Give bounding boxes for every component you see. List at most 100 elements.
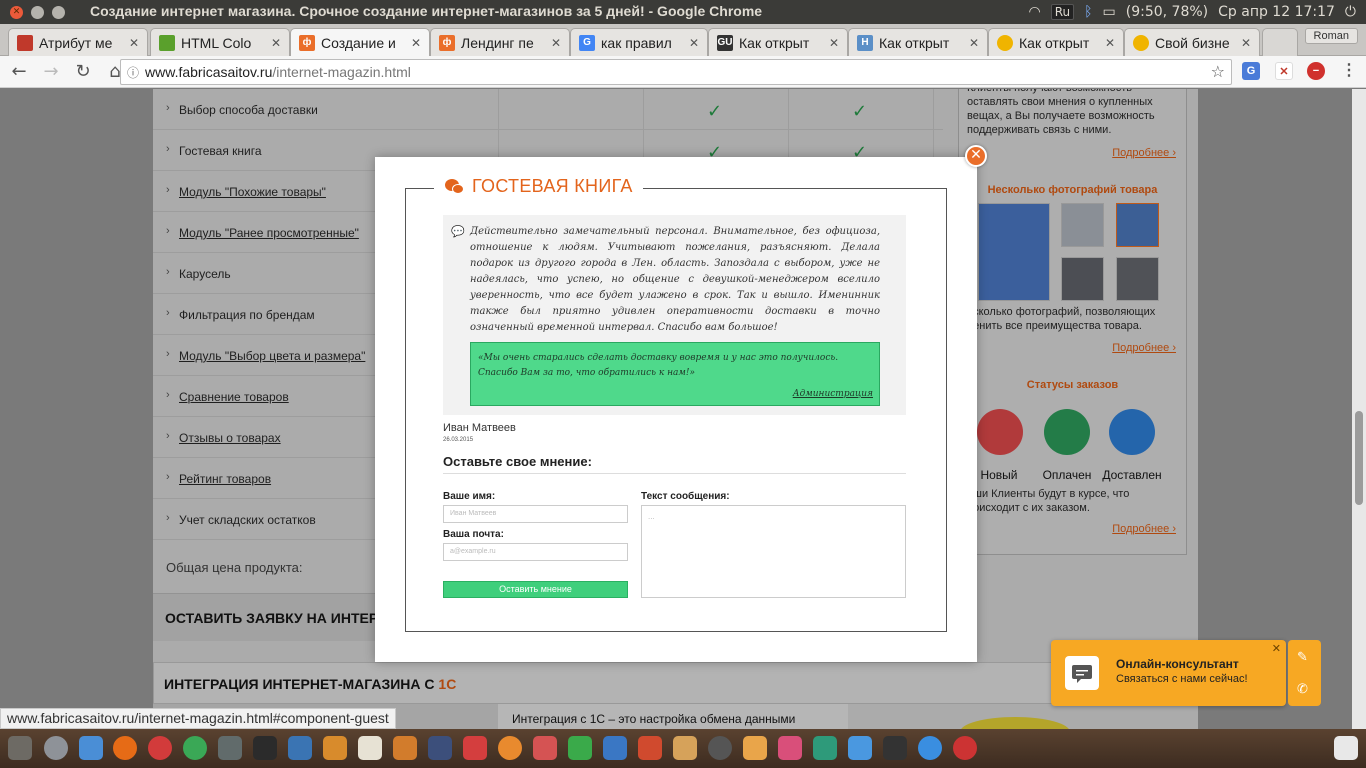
folder-icon[interactable]: [848, 736, 872, 760]
feature-link[interactable]: Сравнение товаров: [179, 390, 289, 404]
tab-item[interactable]: H Как открыт ✕: [848, 28, 988, 56]
feature-link[interactable]: Модуль "Выбор цвета и размера": [179, 349, 365, 363]
wifi-icon[interactable]: ◠: [1028, 4, 1040, 20]
window-minimize-button[interactable]: [31, 5, 44, 19]
firefox-icon[interactable]: [113, 736, 137, 760]
feature-link[interactable]: Модуль "Ранее просмотренные": [179, 226, 359, 240]
upload-icon[interactable]: [953, 736, 977, 760]
system-tray: ◠ Ru ᛒ ▭ (9:50, 78%) Ср апр 12 17:17 ⏻: [1028, 0, 1356, 24]
product-photo-thumb[interactable]: [1061, 257, 1104, 301]
close-icon[interactable]: ✕: [271, 36, 281, 50]
adblock-extension-icon[interactable]: ✕: [1275, 62, 1293, 80]
system-settings-icon[interactable]: [708, 736, 732, 760]
profile-button[interactable]: Roman: [1304, 28, 1358, 44]
menu-icon[interactable]: ⋮: [1340, 62, 1358, 80]
forward-button[interactable]: →: [38, 59, 64, 85]
product-photo-thumb[interactable]: [1116, 257, 1159, 301]
feature-link[interactable]: Модуль "Похожие товары": [179, 185, 326, 199]
translate-extension-icon[interactable]: G: [1242, 62, 1260, 80]
blender-icon[interactable]: [498, 736, 522, 760]
close-icon[interactable]: ✕: [411, 36, 421, 50]
app-icon[interactable]: [218, 736, 242, 760]
modal-close-button[interactable]: ✕: [965, 145, 987, 167]
clock[interactable]: Ср апр 12 17:17: [1218, 4, 1335, 20]
window-title: Создание интернет магазина. Срочное созд…: [90, 3, 763, 19]
bookmark-star-icon[interactable]: ☆: [1211, 62, 1225, 81]
filezilla-icon[interactable]: [463, 736, 487, 760]
power-icon[interactable]: ⏻: [1345, 4, 1356, 20]
tab-item[interactable]: Как открыт ✕: [988, 28, 1124, 56]
new-tab-button[interactable]: [1262, 28, 1298, 56]
close-icon[interactable]: ✕: [969, 36, 979, 50]
address-bar[interactable]: ⓘ www.fabricasaitov.ru/internet-magazin.…: [120, 59, 1232, 85]
mail-icon[interactable]: [743, 736, 767, 760]
more-link[interactable]: Подробнее ›: [1112, 342, 1176, 354]
submit-review-button[interactable]: Оставить мнение: [443, 581, 628, 598]
download-icon[interactable]: [918, 736, 942, 760]
close-icon[interactable]: ✕: [1241, 36, 1251, 50]
product-photo-thumb[interactable]: [1061, 203, 1104, 247]
feature-link[interactable]: Отзывы о товарах: [179, 431, 281, 445]
app-icon[interactable]: [533, 736, 557, 760]
close-icon[interactable]: ✕: [829, 36, 839, 50]
product-photo-thumb[interactable]: [1116, 203, 1159, 247]
settings-icon[interactable]: [44, 736, 68, 760]
app-icon[interactable]: [393, 736, 417, 760]
edit-icon[interactable]: ✎: [1297, 650, 1308, 665]
bluetooth-icon[interactable]: ᛒ: [1084, 4, 1092, 20]
text-editor-icon[interactable]: [358, 736, 382, 760]
opera-icon[interactable]: [148, 736, 172, 760]
chrome-icon[interactable]: [183, 736, 207, 760]
document-icon[interactable]: [603, 736, 627, 760]
python-icon[interactable]: [288, 736, 312, 760]
trash-icon[interactable]: [1334, 736, 1358, 760]
more-link[interactable]: Подробнее ›: [1112, 147, 1176, 159]
page-info-icon[interactable]: ⓘ: [127, 64, 139, 81]
close-icon[interactable]: ✕: [551, 36, 561, 50]
code-editor-icon[interactable]: [428, 736, 452, 760]
reload-button[interactable]: ↻: [70, 59, 96, 85]
spreadsheet-icon[interactable]: [568, 736, 592, 760]
tab-item-active[interactable]: ф Создание и ✕: [290, 28, 430, 56]
email-input[interactable]: a@example.ru: [443, 543, 628, 561]
app-icon[interactable]: [778, 736, 802, 760]
app-icon[interactable]: [323, 736, 347, 760]
phone-icon[interactable]: ✆: [1297, 682, 1308, 697]
tab-item[interactable]: Gкак правил ✕: [570, 28, 708, 56]
sidebar-top-text: Клиенты получают возможность оставлять с…: [967, 89, 1155, 136]
close-icon[interactable]: ✕: [129, 36, 139, 50]
close-icon[interactable]: ✕: [689, 36, 699, 50]
tab-item[interactable]: HTML Colo ✕: [150, 28, 290, 56]
online-consultant-widget[interactable]: Онлайн-консультант Связаться с нами сейч…: [1051, 640, 1286, 706]
tab-item[interactable]: GU Как открыт ✕: [708, 28, 848, 56]
image-viewer-icon[interactable]: [813, 736, 837, 760]
launcher-icon[interactable]: [8, 736, 32, 760]
close-icon[interactable]: ✕: [1272, 642, 1281, 655]
page-scrollbar[interactable]: [1352, 89, 1366, 729]
tab-item[interactable]: Атрибут ме ✕: [8, 28, 148, 56]
stop-extension-icon[interactable]: −: [1307, 62, 1325, 80]
battery-status[interactable]: (9:50, 78%): [1126, 4, 1208, 20]
terminal-icon[interactable]: [253, 736, 277, 760]
back-button[interactable]: ←: [6, 59, 32, 85]
tab-item[interactable]: Свой бизне ✕: [1124, 28, 1260, 56]
close-icon[interactable]: ✕: [1105, 36, 1115, 50]
app-icon[interactable]: [883, 736, 907, 760]
name-input[interactable]: Иван Матвеев: [443, 505, 628, 523]
product-photo-main[interactable]: [978, 203, 1050, 301]
message-textarea[interactable]: ...: [641, 505, 906, 598]
keyboard-layout-indicator[interactable]: Ru: [1050, 4, 1075, 20]
calculator-icon[interactable]: [673, 736, 697, 760]
status-paid-icon: [1044, 409, 1090, 455]
window-maximize-button[interactable]: [52, 5, 65, 19]
more-link[interactable]: Подробнее ›: [1112, 523, 1176, 535]
tab-item[interactable]: ф Лендинг пе ✕: [430, 28, 570, 56]
feature-link[interactable]: Рейтинг товаров: [179, 472, 271, 486]
scrollbar-thumb[interactable]: [1355, 411, 1363, 505]
window-close-button[interactable]: ✕: [10, 5, 23, 19]
reply-text: «Мы очень старались сделать доставку вов…: [478, 353, 839, 378]
battery-icon[interactable]: ▭: [1103, 4, 1116, 20]
url-path: /internet-magazin.html: [272, 64, 411, 80]
presentation-icon[interactable]: [638, 736, 662, 760]
finder-icon[interactable]: [79, 736, 103, 760]
